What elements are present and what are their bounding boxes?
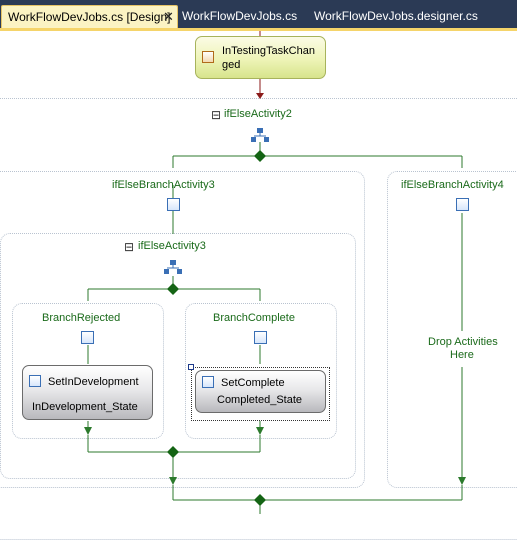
branch-right-icon	[456, 198, 469, 211]
tab-design-view-label: WorkFlowDevJobs.cs [Design]	[8, 10, 171, 24]
document-tab-bar: WorkFlowDevJobs.cs [Design] ✕ WorkFlowDe…	[0, 0, 517, 28]
activity-label-line1: InTestingTaskChan	[222, 45, 315, 57]
branch-complete-icon	[254, 331, 267, 344]
tab-designer-file-label: WorkFlowDevJobs.designer.cs	[314, 9, 478, 23]
set-complete-label: SetComplete	[221, 377, 285, 389]
branch-rejected-icon	[81, 331, 94, 344]
code-activity-icon	[202, 51, 214, 63]
outer-merge-diamond	[254, 494, 266, 506]
collapse-outer-icon[interactable]: ⊟	[211, 108, 221, 122]
if-else-branch-activity4-label: ifElseBranchActivity4	[401, 179, 504, 191]
set-complete-activity[interactable]: SetComplete Completed_State	[195, 370, 326, 413]
completed-state-label: Completed_State	[217, 394, 302, 406]
tab-code-file-label: WorkFlowDevJobs.cs	[182, 9, 298, 23]
set-state-icon	[202, 376, 214, 388]
close-tab-icon[interactable]: ✕	[163, 10, 174, 23]
set-in-development-activity[interactable]: SetInDevelopment InDevelopment_State	[22, 365, 153, 420]
in-development-state-label: InDevelopment_State	[32, 401, 138, 413]
branch-complete-label: BranchComplete	[213, 312, 295, 324]
if-else-branch-activity3-label: ifElseBranchActivity3	[112, 179, 215, 191]
drop-activities-line2: Here	[450, 349, 474, 361]
if-else-activity2-label: ifElseActivity2	[224, 108, 292, 120]
activity-label-line2: ged	[222, 59, 241, 71]
branch-left-icon	[167, 198, 180, 211]
inner-split-diamond	[167, 283, 179, 295]
in-testing-task-changed-activity[interactable]: InTestingTaskChan ged	[195, 36, 326, 79]
set-state-icon	[29, 375, 41, 387]
if-else-activity3-label: ifElseActivity3	[138, 240, 206, 252]
branch-rejected-label: BranchRejected	[42, 312, 121, 324]
workflow-connectors	[84, 31, 466, 514]
drop-activities-line1: Drop Activities	[428, 336, 498, 348]
if-else-outer-icon	[251, 128, 269, 142]
if-else-inner-icon	[164, 260, 182, 274]
tab-designer-file[interactable]: WorkFlowDevJobs.designer.cs	[308, 5, 484, 28]
selection-handle[interactable]	[188, 364, 194, 370]
tab-code-file[interactable]: WorkFlowDevJobs.cs	[176, 5, 303, 28]
inner-merge-diamond	[167, 446, 179, 458]
workflow-designer-canvas[interactable]: InTestingTaskChan ged ⊟ ifElseActivity2 …	[0, 31, 517, 540]
set-in-development-label: SetInDevelopment	[48, 376, 139, 388]
tab-design-view[interactable]: WorkFlowDevJobs.cs [Design] ✕	[1, 5, 178, 28]
outer-split-diamond	[254, 150, 266, 162]
collapse-inner-icon[interactable]: ⊟	[124, 240, 134, 254]
